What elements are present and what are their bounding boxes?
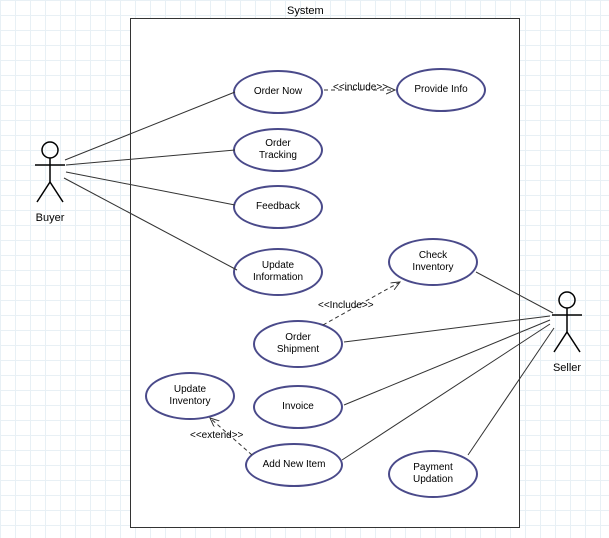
usecase-invoice[interactable]: Invoice bbox=[253, 385, 343, 429]
usecase-update-info[interactable]: Update Information bbox=[233, 248, 323, 296]
usecase-update-inventory[interactable]: Update Inventory bbox=[145, 372, 235, 420]
usecase-label: Update Information bbox=[253, 260, 303, 284]
usecase-label: Order Now bbox=[254, 86, 302, 98]
rel-include-label-2: <<Include>> bbox=[318, 300, 374, 311]
actor-seller-icon bbox=[547, 290, 587, 360]
rel-extend-label: <<extend>> bbox=[190, 430, 243, 441]
usecase-order-tracking[interactable]: Order Tracking bbox=[233, 128, 323, 172]
usecase-label: Update Inventory bbox=[169, 384, 210, 408]
usecase-label: Invoice bbox=[282, 401, 314, 413]
actor-seller-label: Seller bbox=[547, 362, 587, 374]
usecase-label: Feedback bbox=[256, 201, 300, 213]
usecase-label: Order Tracking bbox=[259, 138, 297, 162]
usecase-provide-info[interactable]: Provide Info bbox=[396, 68, 486, 112]
usecase-add-new-item[interactable]: Add New Item bbox=[245, 443, 343, 487]
usecase-label: Provide Info bbox=[414, 84, 467, 96]
diagram-canvas: System Order Now Provide Info Order Trac… bbox=[0, 0, 609, 538]
usecase-check-inventory[interactable]: Check Inventory bbox=[388, 238, 478, 286]
usecase-label: Check Inventory bbox=[412, 250, 453, 274]
actor-buyer-icon bbox=[30, 140, 70, 210]
usecase-label: Add New Item bbox=[263, 459, 326, 471]
usecase-label: Order Shipment bbox=[277, 332, 319, 356]
usecase-order-shipment[interactable]: Order Shipment bbox=[253, 320, 343, 368]
usecase-feedback[interactable]: Feedback bbox=[233, 185, 323, 229]
rel-include-label-1: <<include>> bbox=[333, 82, 388, 93]
usecase-order-now[interactable]: Order Now bbox=[233, 70, 323, 114]
system-title: System bbox=[287, 5, 324, 17]
usecase-label: Payment Updation bbox=[413, 462, 453, 486]
actor-buyer-label: Buyer bbox=[30, 212, 70, 224]
usecase-payment-updation[interactable]: Payment Updation bbox=[388, 450, 478, 498]
